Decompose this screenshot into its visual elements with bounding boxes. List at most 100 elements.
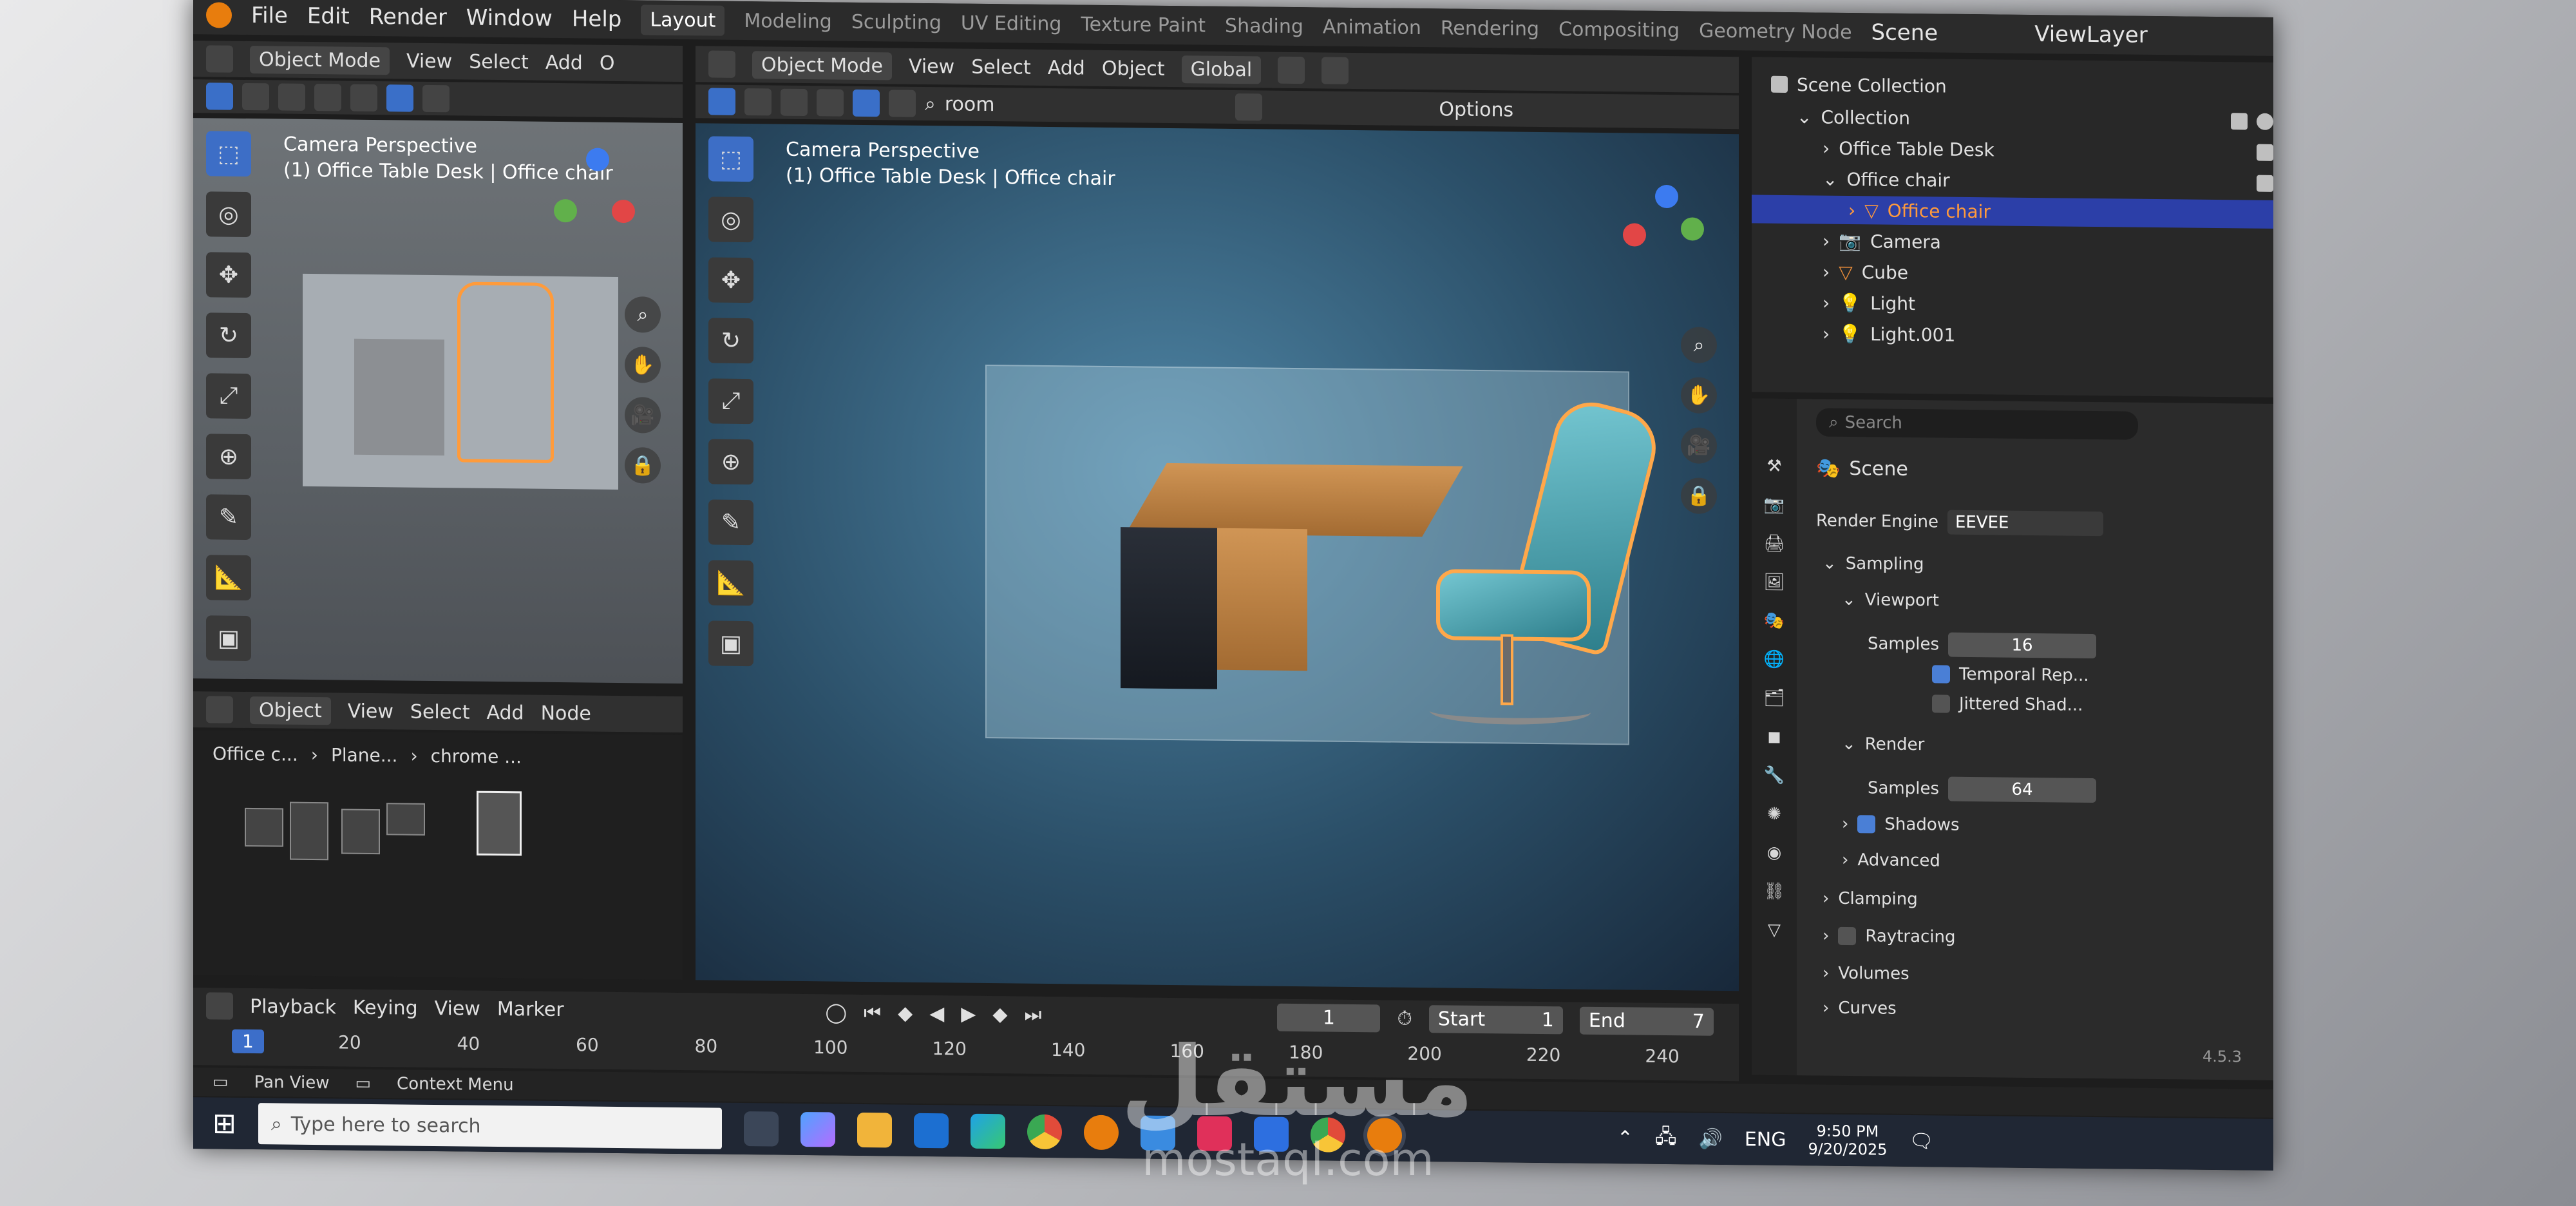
outliner-row-office-table-desk[interactable]: › Office Table Desk [1752, 133, 2273, 168]
windows-start-icon[interactable]: ⊞ [213, 1107, 236, 1140]
collection-tab-icon[interactable]: 🗂 [1763, 689, 1785, 708]
volumes-panel-header[interactable]: › Volumes [1823, 964, 1909, 984]
main-menu-view[interactable]: View [909, 55, 954, 78]
office-desk-cabinet[interactable] [1121, 527, 1217, 689]
workspace-tab-sculpting[interactable]: Sculpting [851, 10, 942, 34]
transform-tool-icon[interactable]: ⊕ [708, 439, 753, 485]
node-menu-node[interactable]: Node [541, 702, 591, 725]
editor-type-icon[interactable] [206, 45, 233, 73]
rotate-tool-icon[interactable]: ↻ [206, 312, 251, 359]
zoom-icon[interactable]: ⌕ [625, 296, 661, 333]
menu-file[interactable]: File [251, 3, 288, 29]
axis-z-icon[interactable] [586, 148, 609, 171]
snap-icon[interactable] [1278, 56, 1305, 84]
zoom-icon[interactable]: ⌕ [1681, 327, 1717, 363]
menu-render[interactable]: Render [369, 4, 447, 30]
left-mode-dropdown[interactable]: Object Mode [250, 45, 390, 75]
axis-x-icon[interactable] [612, 199, 635, 224]
shading-render-icon[interactable] [889, 90, 916, 117]
select-tool-icon[interactable]: ⬚ [206, 131, 251, 177]
store-icon[interactable] [857, 1112, 892, 1148]
menu-help[interactable]: Help [572, 6, 622, 32]
expand-chevron-icon[interactable]: ⌄ [1823, 168, 1837, 189]
node-box[interactable] [386, 803, 425, 836]
workspace-tab-geometry-nodes[interactable]: Geometry Node [1699, 19, 1852, 43]
proportional-edit-icon[interactable] [1321, 57, 1349, 84]
measure-tool-icon[interactable]: 📐 [708, 560, 753, 606]
transform-tool-icon[interactable]: ⊕ [206, 434, 251, 480]
axis-y-icon[interactable] [1681, 217, 1704, 241]
tray-chevron-icon[interactable]: ⌃ [1617, 1127, 1633, 1149]
expand-chevron-icon[interactable]: › [1823, 230, 1830, 251]
pan-hand-icon[interactable]: ✋ [1681, 377, 1717, 414]
office-chair-stem[interactable] [1501, 634, 1513, 705]
task-view-icon[interactable] [743, 1111, 779, 1147]
chrome-icon[interactable] [1027, 1114, 1062, 1150]
axis-y-icon[interactable] [554, 198, 577, 223]
select-mode-icon[interactable] [278, 83, 305, 111]
workspace-tab-compositing[interactable]: Compositing [1558, 18, 1680, 42]
axis-gizmo[interactable] [554, 148, 638, 232]
main-menu-select[interactable]: Select [971, 55, 1031, 79]
copilot-icon[interactable] [800, 1111, 835, 1147]
select-mode-icon[interactable] [314, 84, 341, 111]
prev-keyframe-icon[interactable]: ◆ [898, 1002, 913, 1024]
node-menu-select[interactable]: Select [410, 700, 470, 723]
editor-type-icon[interactable] [206, 696, 233, 723]
timeline-menu-playback[interactable]: Playback [250, 995, 336, 1019]
outliner-row-camera[interactable]: › 📷 Camera [1752, 225, 2273, 260]
workspace-tab-uv-editing[interactable]: UV Editing [961, 12, 1062, 35]
workspace-tab-texture-paint[interactable]: Texture Paint [1081, 13, 1206, 37]
add-cube-tool-icon[interactable]: ▣ [206, 615, 251, 662]
lock-icon[interactable]: 🔒 [625, 447, 661, 484]
render-subpanel-header[interactable]: ⌄ Render [1842, 734, 1924, 754]
viewport-subpanel-header[interactable]: ⌄ Viewport [1842, 590, 1939, 611]
annotate-tool-icon[interactable]: ✎ [206, 494, 251, 541]
scene-selector[interactable]: Scene [1871, 19, 1938, 46]
select-box-icon[interactable] [708, 88, 735, 115]
workspace-tab-layout[interactable]: Layout [641, 4, 725, 36]
select-box-icon[interactable] [206, 82, 233, 110]
options-dropdown[interactable]: Options [1439, 98, 1513, 121]
expand-chevron-icon[interactable]: › [1823, 292, 1830, 313]
physics-tab-icon[interactable]: ◉ [1767, 843, 1782, 863]
node-box[interactable] [245, 807, 283, 847]
clamping-panel-header[interactable]: › Clamping [1823, 889, 1918, 910]
node-menu-view[interactable]: View [348, 700, 393, 723]
main-mode-dropdown[interactable]: Object Mode [752, 50, 892, 80]
next-keyframe-icon[interactable]: ◆ [992, 1003, 1007, 1026]
annotate-tool-icon[interactable]: ✎ [708, 499, 753, 546]
office-desk-top[interactable] [1126, 463, 1463, 537]
camera-view-icon[interactable]: 🎥 [625, 397, 661, 434]
raytracing-checkbox[interactable] [1838, 926, 1857, 946]
left-menu-view[interactable]: View [406, 50, 452, 73]
render-tab-icon[interactable]: 📷 [1764, 495, 1785, 515]
jump-end-icon[interactable]: ⏭ [1024, 1003, 1041, 1026]
timeline-menu-marker[interactable]: Marker [497, 998, 564, 1021]
measure-tool-icon[interactable]: 📐 [206, 555, 251, 601]
left-menu-select[interactable]: Select [469, 50, 529, 73]
eye-icon[interactable] [2257, 113, 2273, 130]
play-reverse-icon[interactable]: ◀ [929, 1002, 944, 1025]
world-tab-icon[interactable]: 🌐 [1764, 650, 1785, 669]
exclude-checkbox[interactable] [2257, 144, 2273, 161]
viewport-visibility-icon[interactable] [817, 89, 844, 117]
workspace-tab-shading[interactable]: Shading [1225, 14, 1303, 37]
left-3d-viewport[interactable]: Camera Perspective (1) Office Table Desk… [193, 118, 683, 684]
cursor-tool-icon[interactable]: ◎ [708, 196, 753, 243]
expand-chevron-icon[interactable]: › [1823, 261, 1830, 282]
blender-app-icon[interactable] [1083, 1115, 1119, 1151]
play-icon[interactable]: ▶ [961, 1002, 976, 1025]
menu-window[interactable]: Window [466, 5, 553, 32]
rotate-tool-icon[interactable]: ↻ [708, 318, 753, 364]
shading-material-icon[interactable] [386, 84, 413, 112]
viewport-samples-field[interactable]: 16 [1948, 632, 2097, 659]
shading-material-icon[interactable] [853, 89, 880, 117]
network-icon[interactable]: 🖧 [1655, 1122, 1676, 1154]
select-mode-icon[interactable] [744, 88, 772, 116]
outliner-row-cube[interactable]: › ▽ Cube [1752, 256, 2273, 291]
breadcrumb-mesh[interactable]: Plane... [331, 744, 398, 766]
main-3d-viewport[interactable]: Camera Perspective (1) Office Table Desk… [696, 123, 1739, 991]
office-chair-seat[interactable] [1436, 569, 1591, 642]
outliner-row-scene-collection[interactable]: Scene Collection [1752, 70, 2273, 104]
